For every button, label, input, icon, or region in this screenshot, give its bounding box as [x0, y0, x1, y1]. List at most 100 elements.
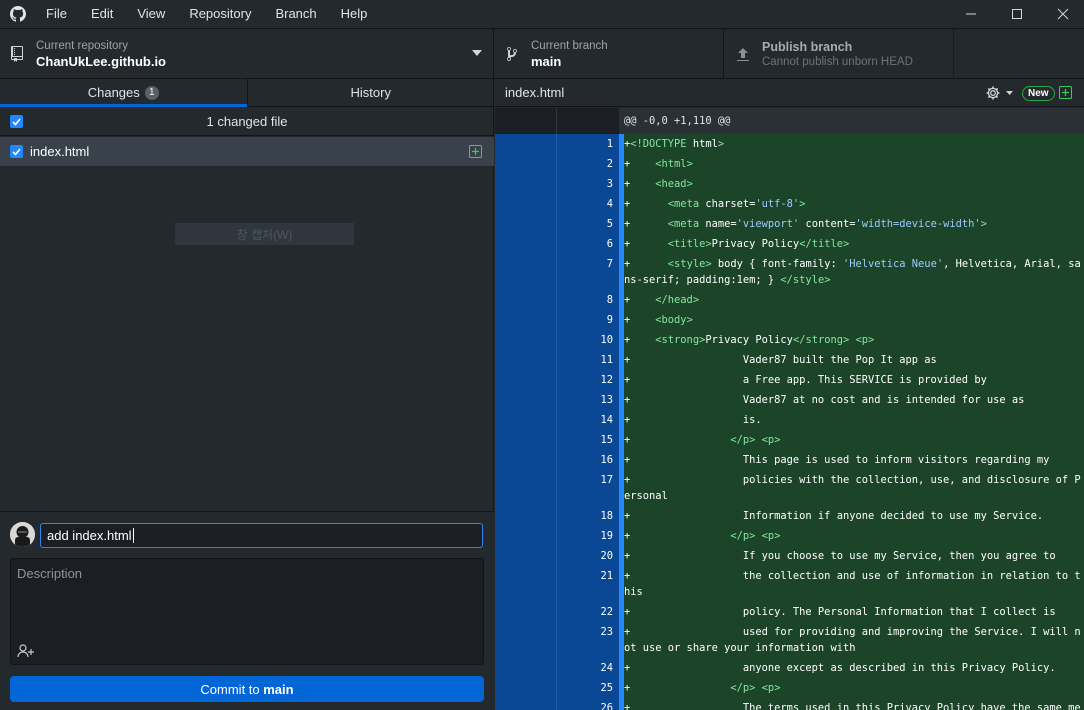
file-added-icon	[469, 145, 482, 158]
tab-history-label: History	[350, 85, 391, 100]
diff-line-code: + </p> <p>	[624, 678, 1084, 698]
diff-file-name: index.html	[505, 85, 565, 100]
tab-history[interactable]: History	[246, 79, 495, 106]
close-button[interactable]	[1040, 0, 1084, 28]
line-number: 10	[557, 330, 619, 350]
diff-line[interactable]: 19 + </p> <p>	[495, 526, 1084, 546]
commit-panel: add index.html Description Commit to mai…	[0, 511, 494, 710]
menu-repository[interactable]: Repository	[177, 0, 263, 28]
diff-line[interactable]: 5 + <meta name='viewport' content='width=…	[495, 214, 1084, 234]
tab-changes[interactable]: Changes 1	[0, 79, 247, 107]
diff-line[interactable]: 17 + policies with the collection, use, a…	[495, 470, 1084, 506]
old-line-gutter	[495, 698, 557, 710]
minimize-icon	[966, 13, 976, 15]
old-line-gutter	[495, 678, 557, 698]
repo-name: ChanUkLee.github.io	[36, 53, 166, 69]
gear-icon[interactable]	[985, 85, 1001, 101]
line-number: 6	[557, 234, 619, 254]
diff-line[interactable]: 15 + </p> <p>	[495, 430, 1084, 450]
diff-line-code: + </p> <p>	[624, 526, 1084, 546]
maximize-button[interactable]	[994, 0, 1040, 28]
diff-line[interactable]: 3 + <head>	[495, 174, 1084, 194]
line-number: 15	[557, 430, 619, 450]
diff-line[interactable]: 12 + a Free app. This SERVICE is provided…	[495, 370, 1084, 390]
menu-bar: File Edit View Repository Branch Help	[0, 0, 1084, 28]
diff-line[interactable]: 20 + If you choose to use my Service, the…	[495, 546, 1084, 566]
file-checkbox[interactable]	[10, 145, 23, 158]
diff-line-code: + Vader87 built the Pop It app as	[624, 350, 1084, 370]
diff-line-code: + the collection and use of information …	[624, 566, 1084, 602]
menu-branch[interactable]: Branch	[263, 0, 328, 28]
diff-line[interactable]: 26 + The terms used in this Privacy Polic…	[495, 698, 1084, 710]
old-line-gutter	[495, 234, 557, 254]
changed-file-row[interactable]: index.html	[0, 137, 494, 166]
line-number: 16	[557, 450, 619, 470]
branch-label: Current branch	[531, 39, 608, 52]
old-line-gutter	[495, 470, 557, 506]
diff-line[interactable]: 7 + <style> body { font-family: 'Helvetic…	[495, 254, 1084, 290]
diff-line-code: + <title>Privacy Policy</title>	[624, 234, 1084, 254]
avatar	[10, 522, 35, 547]
line-number: 9	[557, 310, 619, 330]
diff-line[interactable]: 9 + <body>	[495, 310, 1084, 330]
menu-view[interactable]: View	[125, 0, 177, 28]
diff-line-code: + anyone except as described in this Pri…	[624, 658, 1084, 678]
diff-line[interactable]: 23 + used for providing and improving the…	[495, 622, 1084, 658]
old-line-gutter	[495, 506, 557, 526]
line-number: 1	[557, 134, 619, 154]
diff-line[interactable]: 13 + Vader87 at no cost and is intended f…	[495, 390, 1084, 410]
diff-line-code: + policy. The Personal Information that …	[624, 602, 1084, 622]
old-line-gutter	[495, 526, 557, 546]
diff-line[interactable]: 1 +<!DOCTYPE html>	[495, 134, 1084, 154]
diff-line[interactable]: 25 + </p> <p>	[495, 678, 1084, 698]
diff-line[interactable]: 16 + This page is used to inform visitors…	[495, 450, 1084, 470]
current-branch-dropdown[interactable]: Current branch main	[495, 29, 724, 79]
line-number: 20	[557, 546, 619, 566]
line-number: 4	[557, 194, 619, 214]
diff-line[interactable]: 11 + Vader87 built the Pop It app as	[495, 350, 1084, 370]
commit-description-input[interactable]: Description	[10, 558, 484, 665]
add-coauthor-icon[interactable]	[17, 644, 35, 658]
menu-help[interactable]: Help	[329, 0, 380, 28]
app-window: File Edit View Repository Branch Help Cu…	[0, 0, 1084, 710]
publish-title: Publish branch	[762, 40, 853, 54]
diff-line[interactable]: 24 + anyone except as described in this P…	[495, 658, 1084, 678]
diff-line[interactable]: 14 + is.	[495, 410, 1084, 430]
diff-line[interactable]: 18 + Information if anyone decided to use…	[495, 506, 1084, 526]
repo-label: Current repository	[36, 39, 129, 52]
commit-button-prefix: Commit to	[200, 681, 264, 697]
menu-file[interactable]: File	[36, 0, 79, 28]
diff-line[interactable]: 8 + </head>	[495, 290, 1084, 310]
current-repository-dropdown[interactable]: Current repository ChanUkLee.github.io	[0, 29, 494, 79]
commit-button[interactable]: Commit to main	[10, 676, 484, 702]
diff-line[interactable]: 21 + the collection and use of informatio…	[495, 566, 1084, 602]
line-number: 7	[557, 254, 619, 290]
hunk-header: @@ -0,0 +1,110 @@	[495, 108, 1084, 134]
commit-summary-input[interactable]: add index.html	[40, 523, 483, 548]
checkmark-icon	[12, 147, 21, 156]
diff-line[interactable]: 2 + <html>	[495, 154, 1084, 174]
window-capture-tooltip: 창 캡처(W)	[175, 223, 354, 245]
left-pane: Changes 1 History 1 changed file index.h…	[0, 79, 494, 710]
branch-icon	[507, 46, 517, 61]
diff-line-code: + <strong>Privacy Policy</strong> <p>	[624, 330, 1084, 350]
diff-line[interactable]: 4 + <meta charset='utf-8'>	[495, 194, 1084, 214]
diff-line-code: + <head>	[624, 174, 1084, 194]
diff-line-code: + </p> <p>	[624, 430, 1084, 450]
old-line-gutter	[495, 290, 557, 310]
diff-line[interactable]: 6 + <title>Privacy Policy</title>	[495, 234, 1084, 254]
old-line-gutter	[495, 450, 557, 470]
old-line-gutter	[495, 330, 557, 350]
diff-view[interactable]: @@ -0,0 +1,110 @@ 1 +<!DOCTYPE html> 2 + <h…	[495, 108, 1084, 710]
tab-changes-label: Changes	[87, 85, 140, 100]
menu-edit[interactable]: Edit	[79, 0, 125, 28]
line-number: 22	[557, 602, 619, 622]
publish-branch-button[interactable]: Publish branch Cannot publish unborn HEA…	[725, 29, 954, 79]
diff-line-code: + policies with the collection, use, and…	[624, 470, 1084, 506]
new-file-badge: New	[1022, 86, 1055, 101]
old-line-gutter	[495, 658, 557, 678]
diff-line[interactable]: 22 + policy. The Personal Information tha…	[495, 602, 1084, 622]
diff-line-code: + used for providing and improving the S…	[624, 622, 1084, 658]
diff-line[interactable]: 10 + <strong>Privacy Policy</strong> <p>	[495, 330, 1084, 350]
minimize-button[interactable]	[948, 0, 994, 28]
